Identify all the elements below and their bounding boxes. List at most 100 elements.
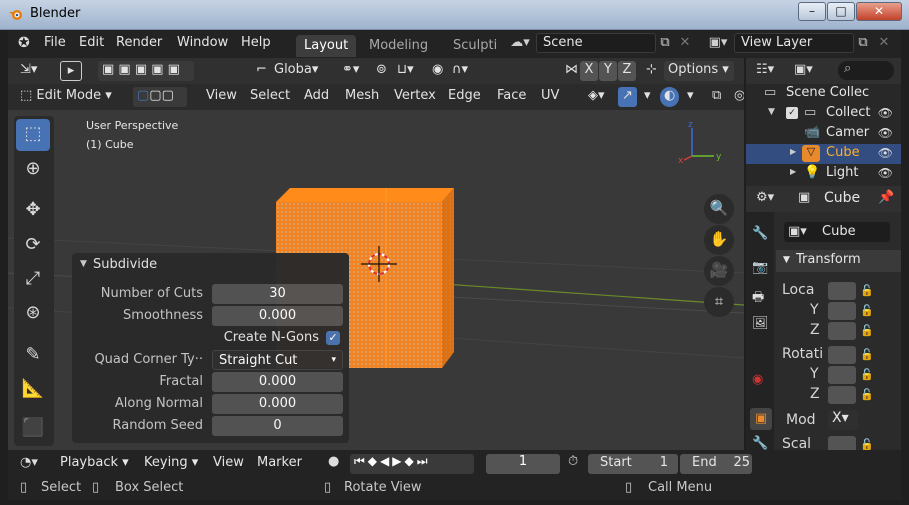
record-icon[interactable]: ● <box>328 454 339 469</box>
object-tab-icon[interactable]: ▣ <box>750 408 772 430</box>
eye-icon[interactable]: 👁 <box>878 146 893 160</box>
world-tab-icon[interactable]: ◉ <box>752 372 763 387</box>
gizmo-toggle-icon[interactable]: ↗ <box>618 87 637 107</box>
menu-view[interactable]: View <box>202 87 241 107</box>
remove-scene-icon[interactable]: ✕ <box>675 33 695 53</box>
location-x-field[interactable] <box>828 282 856 300</box>
mode-dropdown[interactable]: ⬚ Edit Mode ▾ <box>16 87 128 107</box>
snap-icon[interactable]: ⊚ <box>372 61 391 81</box>
shading-icon[interactable]: ◎ <box>730 87 744 107</box>
menu-file[interactable]: File <box>44 35 66 50</box>
modifier-tab-icon[interactable]: 🔧 <box>752 436 768 451</box>
filter-icon[interactable]: ▣▾ <box>794 62 813 77</box>
expand-arrow-icon[interactable]: ▶ <box>790 167 796 176</box>
measure-tool-icon[interactable]: 📐 <box>16 374 50 406</box>
random-seed-field[interactable]: 0 <box>212 416 343 436</box>
close-button[interactable]: ✕ <box>856 2 902 21</box>
pan-hand-icon[interactable]: ✋ <box>704 225 734 255</box>
transform-pivot-icon[interactable]: ⇲▾ <box>16 61 41 81</box>
along-normal-field[interactable]: 0.000 <box>212 394 343 414</box>
view-layer-icon[interactable]: ▣▾ <box>704 33 732 53</box>
object-data-icon[interactable]: ▣▾ <box>788 224 807 239</box>
render-tab-icon[interactable]: 📷 <box>752 260 768 275</box>
visibility-icon[interactable]: ◈▾ <box>584 87 609 107</box>
smoothness-field[interactable]: 0.000 <box>212 306 343 326</box>
outliner-row-camera[interactable]: 📹 Camer 👁 <box>746 124 901 144</box>
collapse-arrow-icon[interactable]: ▼ <box>80 259 87 269</box>
lock-icon[interactable]: 🔓 <box>860 388 874 401</box>
zoom-icon[interactable]: 🔍 <box>704 194 734 224</box>
vertex-select-icon[interactable]: ▢ <box>137 88 149 103</box>
keying-menu[interactable]: Keying ▾ <box>144 455 198 470</box>
number-of-cuts-field[interactable]: 30 <box>212 284 343 304</box>
move-tool-icon[interactable]: ✥ <box>16 195 50 227</box>
maximize-button[interactable]: □ <box>827 2 855 21</box>
location-z-field[interactable] <box>828 322 856 340</box>
outliner-row-scene-collection[interactable]: ▭ Scene Collec <box>746 84 901 104</box>
marker-menu[interactable]: Marker <box>257 455 302 470</box>
outliner-search-input[interactable]: ⌕ <box>838 61 894 80</box>
lock-icon[interactable]: 🔓 <box>860 368 874 381</box>
cursor-tool-icon[interactable]: ⊕ <box>16 154 50 186</box>
timeline-view-menu[interactable]: View <box>213 455 244 470</box>
menu-uv[interactable]: UV <box>537 87 563 107</box>
tab-layout[interactable]: Layout <box>296 35 357 57</box>
menu-window[interactable]: Window <box>177 35 228 50</box>
rotation-y-field[interactable] <box>828 366 856 384</box>
select-tool-icon[interactable]: ▸ <box>60 61 82 81</box>
add-cube-tool-icon[interactable]: ⬛ <box>16 413 50 445</box>
editor-type-icon[interactable]: ⚙▾ <box>756 190 774 205</box>
tab-sculpting[interactable]: Sculpti <box>445 35 505 57</box>
expand-arrow-icon[interactable]: ▼ <box>768 107 775 117</box>
rotation-x-field[interactable] <box>828 346 856 364</box>
menu-vertex[interactable]: Vertex <box>390 87 440 107</box>
scene-icon[interactable]: ☁▾ <box>506 33 534 53</box>
lock-icon[interactable]: 🔓 <box>860 304 874 317</box>
rotation-z-field[interactable] <box>828 386 856 404</box>
menu-edge[interactable]: Edge <box>444 87 485 107</box>
menu-help[interactable]: Help <box>241 35 271 50</box>
new-scene-icon[interactable]: ⧉ <box>655 33 675 53</box>
axis-x-toggle[interactable]: X <box>580 61 598 81</box>
outliner-row-cube[interactable]: ▶ ▽ Cube 👁 <box>746 144 901 164</box>
axis-gizmo[interactable]: z y x <box>678 120 728 164</box>
pin-icon[interactable]: 📌 <box>878 190 894 205</box>
remove-view-layer-icon[interactable]: ✕ <box>874 33 894 53</box>
fractal-field[interactable]: 0.000 <box>212 372 343 392</box>
playback-menu[interactable]: Playback ▾ <box>60 455 129 470</box>
blender-menu-icon[interactable]: ✪ <box>18 35 30 51</box>
create-ngons-checkbox[interactable]: ✓ <box>326 331 340 345</box>
start-frame-field[interactable]: Start 1 <box>588 454 678 474</box>
transform-section-header[interactable]: ▼ Transform <box>776 250 901 272</box>
select-mode-toggle[interactable]: ▢▢▢ <box>133 87 187 107</box>
menu-add[interactable]: Add <box>300 87 333 107</box>
menu-edit[interactable]: Edit <box>79 35 104 50</box>
transform-tool-icon[interactable]: ⊛ <box>16 298 50 330</box>
options-dropdown[interactable]: Options ▾ <box>664 61 734 81</box>
tab-modeling[interactable]: Modeling <box>361 35 436 57</box>
collection-checkbox[interactable]: ✓ <box>786 107 798 119</box>
outliner-row-light[interactable]: ▶ 💡 Light 👁 <box>746 164 901 184</box>
edge-select-icon[interactable]: ▢ <box>149 88 161 103</box>
overlays-toggle-icon[interactable]: ◐ <box>660 87 680 107</box>
new-view-layer-icon[interactable]: ⧉ <box>853 33 873 53</box>
current-frame-field[interactable]: 1 <box>486 454 560 474</box>
lock-icon[interactable]: 🔓 <box>860 284 874 297</box>
playback-controls[interactable]: ⏮◆◀▶◆⏭ <box>350 454 474 474</box>
eye-icon[interactable]: 👁 <box>878 166 893 180</box>
menu-select[interactable]: Select <box>246 87 294 107</box>
transform-orientation-dropdown[interactable]: Globa▾ <box>270 61 328 81</box>
display-mode-icon[interactable]: ☷▾ <box>756 62 774 77</box>
camera-view-icon[interactable]: 🎥 <box>704 256 734 286</box>
scene-field[interactable]: Scene <box>536 33 656 53</box>
menu-render[interactable]: Render <box>116 35 162 50</box>
select-box-tool-icon[interactable]: ⬚ <box>16 119 50 151</box>
perspective-grid-icon[interactable]: ⌗ <box>704 287 734 317</box>
face-select-icon[interactable]: ▢ <box>162 88 174 103</box>
axis-y-toggle[interactable]: Y <box>599 61 617 81</box>
mesh-symmetry-icon[interactable]: ⊹ <box>642 61 661 81</box>
end-frame-field[interactable]: End 25 <box>680 454 752 474</box>
location-y-field[interactable] <box>828 302 856 320</box>
snap-target-icon[interactable]: ⊔▾ <box>393 61 418 81</box>
axis-z-toggle[interactable]: Z <box>618 61 636 81</box>
